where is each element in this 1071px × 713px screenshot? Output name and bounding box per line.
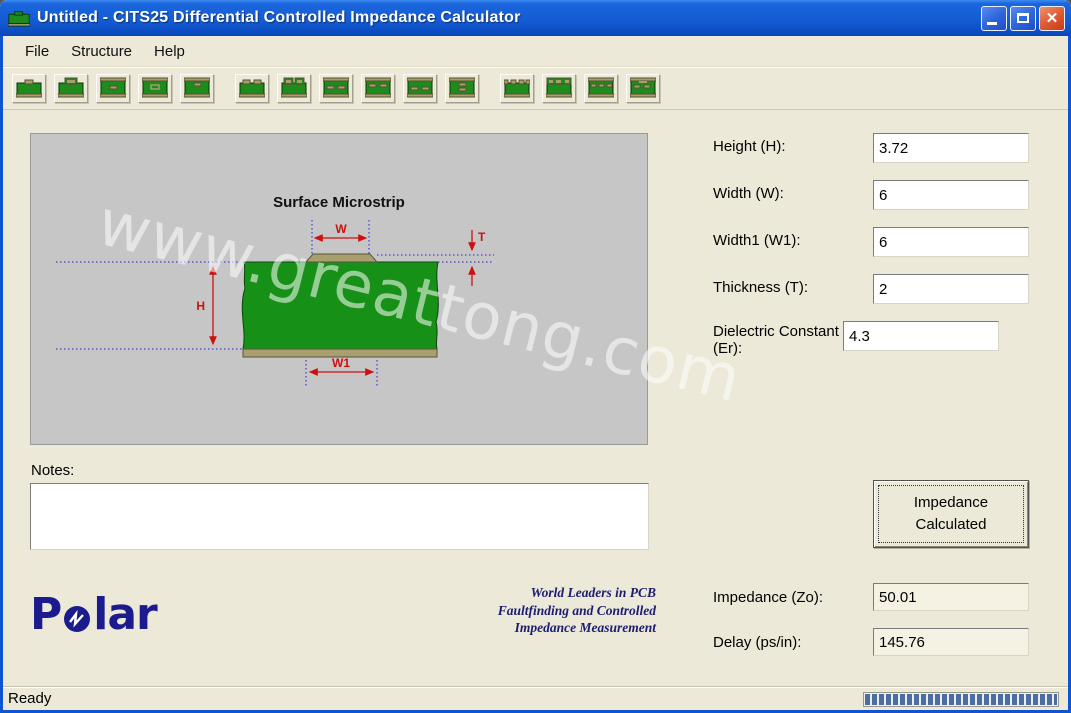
delay-label: Delay (ps/in): bbox=[713, 634, 873, 651]
result-row-impedance: Impedance (Zo): bbox=[713, 583, 1029, 611]
results-panel: Impedance (Zo): Delay (ps/in): bbox=[713, 583, 1029, 673]
menu-structure[interactable]: Structure bbox=[60, 39, 143, 64]
diff-stripline-icon bbox=[407, 77, 433, 99]
height-label: Height (H): bbox=[713, 133, 873, 155]
diff-coated-coplanar-icon bbox=[546, 77, 572, 99]
menu-file[interactable]: File bbox=[14, 39, 60, 64]
width1-label: Width1 (W1): bbox=[713, 227, 873, 249]
minimize-button[interactable] bbox=[981, 6, 1007, 31]
menu-bar: File Structure Help bbox=[3, 36, 1068, 67]
app-icon bbox=[8, 10, 30, 27]
notes-label: Notes: bbox=[31, 462, 74, 479]
toolbar-button-offset-stripline[interactable] bbox=[138, 74, 172, 103]
embedded-microstrip-icon bbox=[100, 77, 126, 99]
impedance-calculated-button[interactable]: Impedance Calculated bbox=[873, 480, 1029, 548]
field-row-dielectric: Dielectric Constant (Er): bbox=[713, 321, 1029, 365]
toolbar-button-diff-coated-coplanar[interactable] bbox=[542, 74, 576, 103]
impedance-calculated-button-label: Impedance Calculated bbox=[878, 485, 1024, 543]
diff-surface-coplanar-icon bbox=[504, 77, 530, 99]
dim-label-h: H bbox=[196, 299, 205, 313]
diff-embedded-coplanar-icon bbox=[588, 77, 614, 99]
window-title: Untitled - CITS25 Differential Controlle… bbox=[37, 9, 978, 27]
structure-diagram-panel: Surface Microstrip bbox=[30, 133, 648, 445]
toolbar-button-embedded-microstrip[interactable] bbox=[96, 74, 130, 103]
field-row-thickness: Thickness (T): bbox=[713, 274, 1029, 304]
progress-bar-fill bbox=[865, 694, 1057, 705]
company-tagline: World Leaders in PCB Faultfinding and Co… bbox=[360, 584, 656, 637]
app-window: Untitled - CITS25 Differential Controlle… bbox=[0, 0, 1071, 713]
diff-offset-stripline-icon bbox=[365, 77, 391, 99]
impedance-label: Impedance (Zo): bbox=[713, 589, 873, 606]
width-label: Width (W): bbox=[713, 180, 873, 202]
toolbar-button-stripline[interactable] bbox=[180, 74, 214, 103]
dim-label-w1: W1 bbox=[332, 356, 350, 370]
progress-bar bbox=[863, 692, 1059, 707]
toolbar-button-diff-surface-microstrip[interactable] bbox=[235, 74, 269, 103]
height-input[interactable] bbox=[873, 133, 1029, 163]
toolbar-button-diff-surface-coplanar[interactable] bbox=[500, 74, 534, 103]
toolbar-button-diff-embedded-coplanar[interactable] bbox=[584, 74, 618, 103]
toolbar-button-diff-broadside-stripline[interactable] bbox=[445, 74, 479, 103]
diff-embedded-microstrip-icon bbox=[323, 77, 349, 99]
dim-label-t: T bbox=[478, 230, 486, 244]
toolbar-button-diff-offset-stripline[interactable] bbox=[361, 74, 395, 103]
close-icon: ✕ bbox=[1046, 11, 1059, 26]
dielectric-input[interactable] bbox=[843, 321, 999, 351]
toolbar-button-surface-microstrip[interactable] bbox=[12, 74, 46, 103]
pcb-substrate bbox=[242, 262, 438, 349]
field-row-height: Height (H): bbox=[713, 133, 1029, 163]
polar-logo-p: P bbox=[30, 589, 61, 640]
thickness-input[interactable] bbox=[873, 274, 1029, 304]
result-row-delay: Delay (ps/in): bbox=[713, 628, 1029, 656]
parameters-form: Height (H): Width (W): Width1 (W1): Thic… bbox=[713, 133, 1029, 382]
window-frame-left bbox=[0, 36, 3, 713]
close-button[interactable]: ✕ bbox=[1039, 6, 1065, 31]
dielectric-label: Dielectric Constant (Er): bbox=[713, 321, 843, 357]
diff-stripline-coplanar-icon bbox=[630, 77, 656, 99]
menu-help[interactable]: Help bbox=[143, 39, 196, 64]
toolbar-button-diff-stripline-coplanar[interactable] bbox=[626, 74, 660, 103]
width1-input[interactable] bbox=[873, 227, 1029, 257]
tagline-line-3: Impedance Measurement bbox=[360, 619, 656, 637]
title-bar[interactable]: Untitled - CITS25 Differential Controlle… bbox=[0, 0, 1071, 36]
surface-microstrip-icon bbox=[16, 77, 42, 99]
width-input[interactable] bbox=[873, 180, 1029, 210]
field-row-width1: Width1 (W1): bbox=[713, 227, 1029, 257]
offset-stripline-icon bbox=[142, 77, 168, 99]
toolbar-button-coated-microstrip[interactable] bbox=[54, 74, 88, 103]
toolbar-button-diff-stripline[interactable] bbox=[403, 74, 437, 103]
dim-label-w: W bbox=[335, 222, 347, 236]
diff-broadside-stripline-icon bbox=[449, 77, 475, 99]
notes-textarea[interactable] bbox=[30, 483, 649, 550]
minimize-icon bbox=[987, 22, 997, 25]
stripline-icon bbox=[184, 77, 210, 99]
field-row-width: Width (W): bbox=[713, 180, 1029, 210]
status-bar: Ready bbox=[0, 686, 1071, 710]
diagram-title: Surface Microstrip bbox=[273, 194, 405, 211]
structure-diagram: Surface Microstrip bbox=[31, 134, 647, 444]
tagline-line-1: World Leaders in PCB bbox=[360, 584, 656, 602]
impedance-output bbox=[873, 583, 1029, 611]
diff-coated-microstrip-icon bbox=[281, 77, 307, 99]
polar-logo-o-icon bbox=[62, 604, 92, 634]
delay-output bbox=[873, 628, 1029, 656]
maximize-icon bbox=[1017, 13, 1029, 23]
toolbar-button-diff-coated-microstrip[interactable] bbox=[277, 74, 311, 103]
toolbar bbox=[3, 67, 1068, 110]
polar-logo: P lar bbox=[30, 589, 157, 640]
pcb-trace bbox=[306, 254, 377, 262]
coated-microstrip-icon bbox=[58, 77, 84, 99]
polar-logo-rest: lar bbox=[93, 589, 156, 640]
status-text: Ready bbox=[8, 690, 51, 707]
tagline-line-2: Faultfinding and Controlled bbox=[360, 602, 656, 620]
diff-surface-microstrip-icon bbox=[239, 77, 265, 99]
thickness-label: Thickness (T): bbox=[713, 274, 873, 296]
toolbar-button-diff-embedded-microstrip[interactable] bbox=[319, 74, 353, 103]
maximize-button[interactable] bbox=[1010, 6, 1036, 31]
